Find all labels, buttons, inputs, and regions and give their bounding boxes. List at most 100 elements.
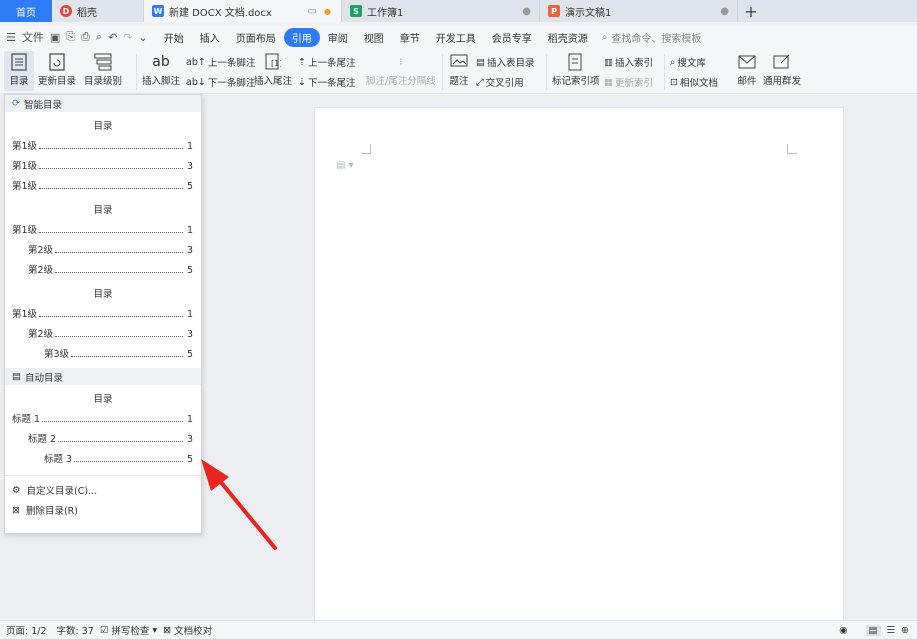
document-page[interactable]: ▤ ▾ (314, 107, 844, 627)
monitor-icon[interactable]: ▭ (308, 6, 317, 17)
toc-label: 目录 (9, 76, 29, 87)
insert-endnote-button[interactable]: [1] 插入尾注 (254, 51, 292, 87)
annotation-arrow (201, 459, 277, 550)
dot-leader (55, 252, 183, 253)
command-search[interactable]: ⌕ 查找命令、搜索模板 (602, 30, 702, 45)
export-icon[interactable]: ⎘ (66, 30, 75, 44)
tab-document[interactable]: W 新建 DOCX 文档.docx ▭ ● (144, 0, 342, 22)
custom-toc-item[interactable]: ⚙ 自定义目录(C)... (5, 480, 201, 500)
hamburger-icon[interactable]: ☰ (6, 31, 16, 44)
toc-style-option[interactable]: 目录 标题 1 1 标题 2 3 标题 3 5 (5, 385, 201, 469)
toc-entry-label: 第2级 (28, 329, 54, 340)
dot-leader (39, 316, 183, 317)
cross-ref-button[interactable]: ⤢ 交叉引用 (476, 75, 524, 90)
page-count[interactable]: 页面: 1/2 (6, 623, 47, 637)
close-dot-icon[interactable]: ● (720, 6, 729, 17)
toc-preview-line: 第1级 1 (5, 132, 201, 152)
delete-toc-item[interactable]: ⊠ 删除目录(R) (5, 500, 201, 520)
similar-docs-button[interactable]: ⊡ 相似文档 (670, 75, 718, 90)
menu-daoke-resources[interactable]: 稻壳资源 (540, 30, 596, 45)
tab-presentation[interactable]: P 演示文稿1 ● (540, 0, 738, 22)
proofread-label: 文档校对 (174, 626, 213, 637)
custom-toc-label: 自定义目录(C)... (26, 486, 98, 497)
separator-button[interactable]: ⁝ 脚注/尾注分隔线 (366, 51, 436, 88)
toc-entry-label: 第1级 (12, 181, 38, 192)
toc-preview-line: 第1级 1 (5, 300, 201, 320)
toc-preview-title: 目录 (93, 289, 113, 300)
toc-style-option[interactable]: 目录 第1级 1 第1级 3 第1级 5 (5, 112, 201, 196)
menu-developer[interactable]: 开发工具 (428, 30, 484, 45)
endnote-icon: [1] (262, 51, 284, 73)
toc-entry-page: 5 (186, 454, 193, 465)
menu-member[interactable]: 会员专享 (484, 30, 540, 45)
menu-page-layout[interactable]: 页面布局 (228, 30, 284, 45)
update-toc-button[interactable]: 更新目录 (38, 51, 76, 87)
toc-preview-line: 第1级 1 (5, 216, 201, 236)
customize-icon[interactable]: ⌄ (139, 31, 148, 44)
preview-icon[interactable]: ⌕ (96, 30, 102, 44)
paragraph-options-icon[interactable]: ▤ ▾ (336, 160, 354, 171)
prev-footnote-button[interactable]: ab↑ 上一条脚注 (186, 55, 256, 70)
dot-leader (39, 232, 183, 233)
insert-table-toc-button[interactable]: ▤ 插入表目录 (476, 55, 535, 70)
caption-icon (448, 51, 470, 73)
mail-label: 邮件 (737, 76, 757, 87)
menu-start[interactable]: 开始 (156, 30, 192, 45)
smart-toc-header: ⟳ 智能目录 (5, 95, 201, 112)
insert-footnote-button[interactable]: ab 插入脚注 (142, 51, 180, 87)
page-view-icon[interactable]: ▤ (865, 624, 881, 636)
proofread-button[interactable]: ⊠ 文档校对 (163, 623, 213, 638)
toc-entry-page: 1 (186, 141, 193, 152)
save-icon[interactable]: ▣ (50, 31, 60, 44)
spell-check-label: 拼写检查 (111, 626, 150, 637)
mail-button[interactable]: 邮件 (736, 51, 758, 87)
menu-insert[interactable]: 插入 (192, 30, 228, 45)
menu-view[interactable]: 视图 (356, 30, 392, 45)
prev-footnote-label: 上一条脚注 (207, 58, 256, 69)
dot-leader (42, 421, 183, 422)
print-icon[interactable]: ⎙ (81, 30, 90, 44)
writer-icon: W (152, 5, 164, 17)
word-count[interactable]: 字数: 37 (57, 623, 94, 637)
menu-references[interactable]: 引用 (283, 27, 320, 47)
toc-level-button[interactable]: 目录级别 (84, 51, 122, 87)
mass-send-button[interactable]: 通用群发 (763, 51, 801, 87)
menu-file[interactable]: 文件 (22, 29, 44, 45)
status-bar: 页面: 1/2 字数: 37 ☑ 拼写检查 ▾ ⊠ 文档校对 ◉ ▤ ☰ ⊕ (0, 620, 917, 639)
next-footnote-button[interactable]: ab↓ 下一条脚注 (186, 75, 255, 90)
undo-icon[interactable]: ↶ (108, 31, 117, 44)
close-dot-icon[interactable]: ● (522, 6, 531, 17)
table-toc-icon: ▤ (476, 56, 485, 68)
spell-check-button[interactable]: ☑ 拼写检查 ▾ (100, 623, 157, 638)
next-endnote-icon: ⇣ (298, 76, 306, 88)
toc-entry-page: 3 (186, 329, 193, 340)
prev-endnote-button[interactable]: ⇡ 上一条尾注 (298, 55, 355, 70)
svg-text:[1]: [1] (271, 59, 281, 68)
next-endnote-button[interactable]: ⇣ 下一条尾注 (298, 75, 355, 90)
mark-index-button[interactable]: 标记索引项 (552, 51, 600, 87)
search-library-button[interactable]: ⌕ 搜文库 (670, 55, 706, 70)
tab-bar: 首页 D 稻壳 W 新建 DOCX 文档.docx ▭ ● S 工作簿1 ● P… (0, 0, 917, 22)
tab-daoke[interactable]: D 稻壳 (52, 0, 144, 22)
redo-icon[interactable]: ↷ (123, 31, 132, 44)
toc-entry-page: 5 (186, 181, 193, 192)
menu-review[interactable]: 审阅 (320, 30, 356, 45)
toc-button[interactable]: 目录 (4, 51, 34, 91)
tab-home[interactable]: 首页 (0, 0, 52, 22)
tab-workbook[interactable]: S 工作簿1 ● (342, 0, 540, 22)
insert-index-button[interactable]: ▥ 插入索引 (604, 55, 653, 70)
update-index-button[interactable]: ▦ 更新索引 (604, 75, 653, 90)
dot-leader (39, 148, 183, 149)
tab-label: 工作簿1 (367, 7, 404, 19)
toc-style-option[interactable]: 目录 第1级 1 第2级 3 第3级 5 (5, 280, 201, 364)
toc-style-option[interactable]: 目录 第1级 1 第2级 3 第2级 5 (5, 196, 201, 280)
separator-icon: ⁝ (399, 56, 403, 68)
toc-entry-page: 1 (186, 225, 193, 236)
margin-corner-mark (361, 144, 371, 154)
web-view-icon[interactable]: ⊕ (901, 625, 909, 636)
menu-section[interactable]: 章节 (392, 30, 428, 45)
eye-protection-icon[interactable]: ◉ (839, 625, 847, 636)
outline-view-icon[interactable]: ☰ (887, 625, 896, 636)
caption-button[interactable]: 题注 (448, 51, 470, 87)
add-tab-button[interactable]: + (738, 0, 764, 22)
